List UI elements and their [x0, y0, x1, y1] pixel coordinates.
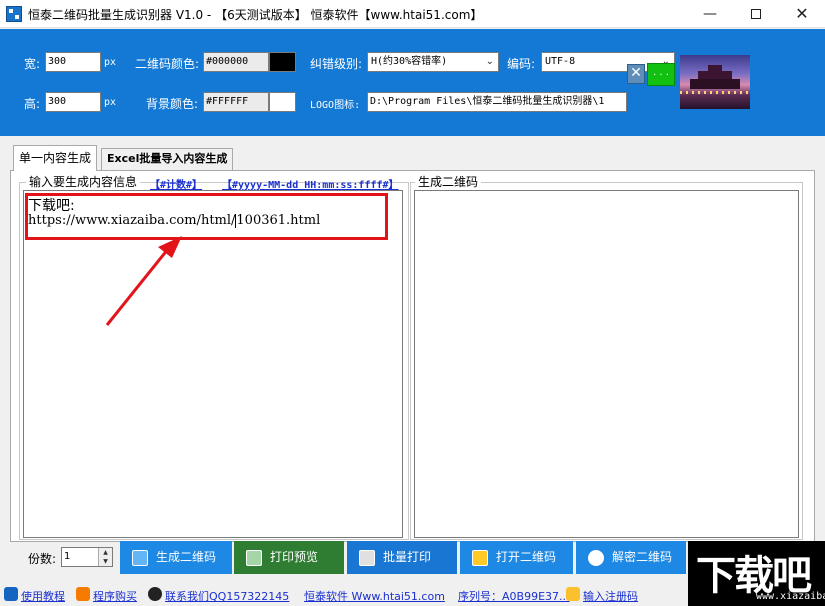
clear-logo-icon[interactable]: ✕ — [627, 64, 645, 84]
serial-number: 序列号：A0B99E37... — [458, 590, 570, 603]
encoding-label: 编码: — [507, 57, 536, 71]
shop-icon — [76, 587, 90, 601]
copies-label: 份数: — [28, 552, 57, 566]
stepper-up-icon[interactable]: ▲ — [98, 548, 112, 557]
error-correction-value: H(约30%容错率) — [371, 56, 448, 67]
highlight-annotation-box — [25, 193, 388, 240]
qr-color-label: 二维码颜色: — [135, 57, 200, 71]
browse-logo-button[interactable]: . . . — [647, 63, 675, 86]
maximize-icon — [751, 9, 761, 19]
height-input[interactable]: 300 — [45, 92, 101, 112]
bg-color-swatch[interactable] — [269, 92, 296, 112]
tab-excel-import[interactable]: Excel批量导入内容生成 — [101, 148, 234, 170]
lights-row — [680, 91, 750, 94]
input-group-title: 输入要生成内容信息 — [26, 173, 141, 190]
qr-color-swatch[interactable] — [269, 52, 296, 72]
website-link[interactable]: 恒泰软件 Www.htai51.com — [304, 588, 445, 604]
printer-icon — [359, 549, 375, 566]
chevron-down-icon: ⌄ — [485, 56, 494, 67]
window-title: 恒泰二维码批量生成识别器 V1.0 - 【6天测试版本】 恒泰软件【www.ht… — [28, 8, 483, 22]
width-unit: px — [104, 57, 117, 68]
width-label: 宽: — [24, 57, 41, 71]
logo-path-input[interactable]: D:\Program Files\恒泰二维码批量生成识别器\1 — [367, 92, 627, 112]
print-preview-icon — [246, 549, 262, 566]
qq-icon — [148, 587, 162, 601]
height-label: 高: — [24, 97, 41, 111]
watermark-url: www.xiazaiba.com — [756, 591, 825, 602]
pagoda-silhouette — [690, 65, 740, 89]
batch-print-button[interactable]: 批量打印 — [347, 541, 457, 574]
bg-color-input[interactable]: #FFFFFF — [203, 92, 269, 112]
contact-link[interactable]: 联系我们QQ157322145 — [165, 588, 289, 604]
open-qr-button[interactable]: 打开二维码 — [460, 541, 573, 574]
close-button[interactable]: ✕ — [779, 0, 825, 28]
key-icon — [566, 587, 580, 601]
output-group-title: 生成二维码 — [415, 173, 482, 190]
logo-label: LOGO图标: — [310, 100, 361, 111]
generate-qr-label: 生成二维码 — [156, 550, 217, 564]
register-link[interactable]: 输入注册码 — [583, 588, 638, 604]
print-preview-label: 打印预览 — [270, 550, 319, 564]
batch-print-label: 批量打印 — [383, 550, 432, 564]
buy-link[interactable]: 程序购买 — [93, 588, 137, 604]
title-bar: 恒泰二维码批量生成识别器 V1.0 - 【6天测试版本】 恒泰软件【www.ht… — [0, 0, 825, 28]
settings-panel: 宽: 300 px 高: 300 px 二维码颜色: #000000 背景颜色:… — [0, 29, 825, 136]
print-preview-button[interactable]: 打印预览 — [234, 541, 344, 574]
app-icon — [6, 6, 22, 22]
tab-single-content[interactable]: 单一内容生成 — [13, 145, 98, 171]
stepper-down-icon[interactable]: ▼ — [98, 557, 112, 566]
decode-qr-button[interactable]: 解密二维码 — [576, 541, 686, 574]
qr-code-icon — [132, 549, 148, 566]
help-link[interactable]: 使用教程 — [21, 588, 65, 604]
qr-preview-area — [414, 190, 799, 538]
folder-icon — [472, 549, 488, 566]
watermark-logo: 下载吧 www.xiazaiba.com — [688, 541, 825, 606]
copies-value: 1 — [64, 551, 71, 562]
generate-qr-button[interactable]: 生成二维码 — [120, 541, 232, 574]
height-unit: px — [104, 97, 117, 108]
copies-stepper[interactable]: 1 ▲ ▼ — [61, 547, 113, 567]
error-correction-label: 纠错级别: — [310, 57, 363, 71]
width-input[interactable]: 300 — [45, 52, 101, 72]
minimize-button[interactable]: — — [687, 0, 733, 28]
logo-preview-image — [680, 55, 750, 109]
open-qr-label: 打开二维码 — [496, 550, 557, 564]
decode-qr-label: 解密二维码 — [612, 550, 673, 564]
maximize-button[interactable] — [733, 0, 779, 28]
qr-color-input[interactable]: #000000 — [203, 52, 269, 72]
insert-counter-link[interactable]: 【#计数#】 — [150, 176, 202, 191]
bg-color-label: 背景颜色: — [146, 97, 199, 111]
decode-icon — [588, 549, 604, 566]
content-textarea[interactable]: 下载吧: https://www.xiazaiba.com/html/10036… — [23, 190, 403, 538]
error-correction-select[interactable]: H(约30%容错率) ⌄ — [367, 52, 499, 72]
help-icon — [4, 587, 18, 601]
insert-datetime-link[interactable]: 【#yyyy-MM-dd HH:mm:ss:ffff#】 — [222, 176, 399, 191]
encoding-value: UTF-8 — [545, 56, 576, 67]
